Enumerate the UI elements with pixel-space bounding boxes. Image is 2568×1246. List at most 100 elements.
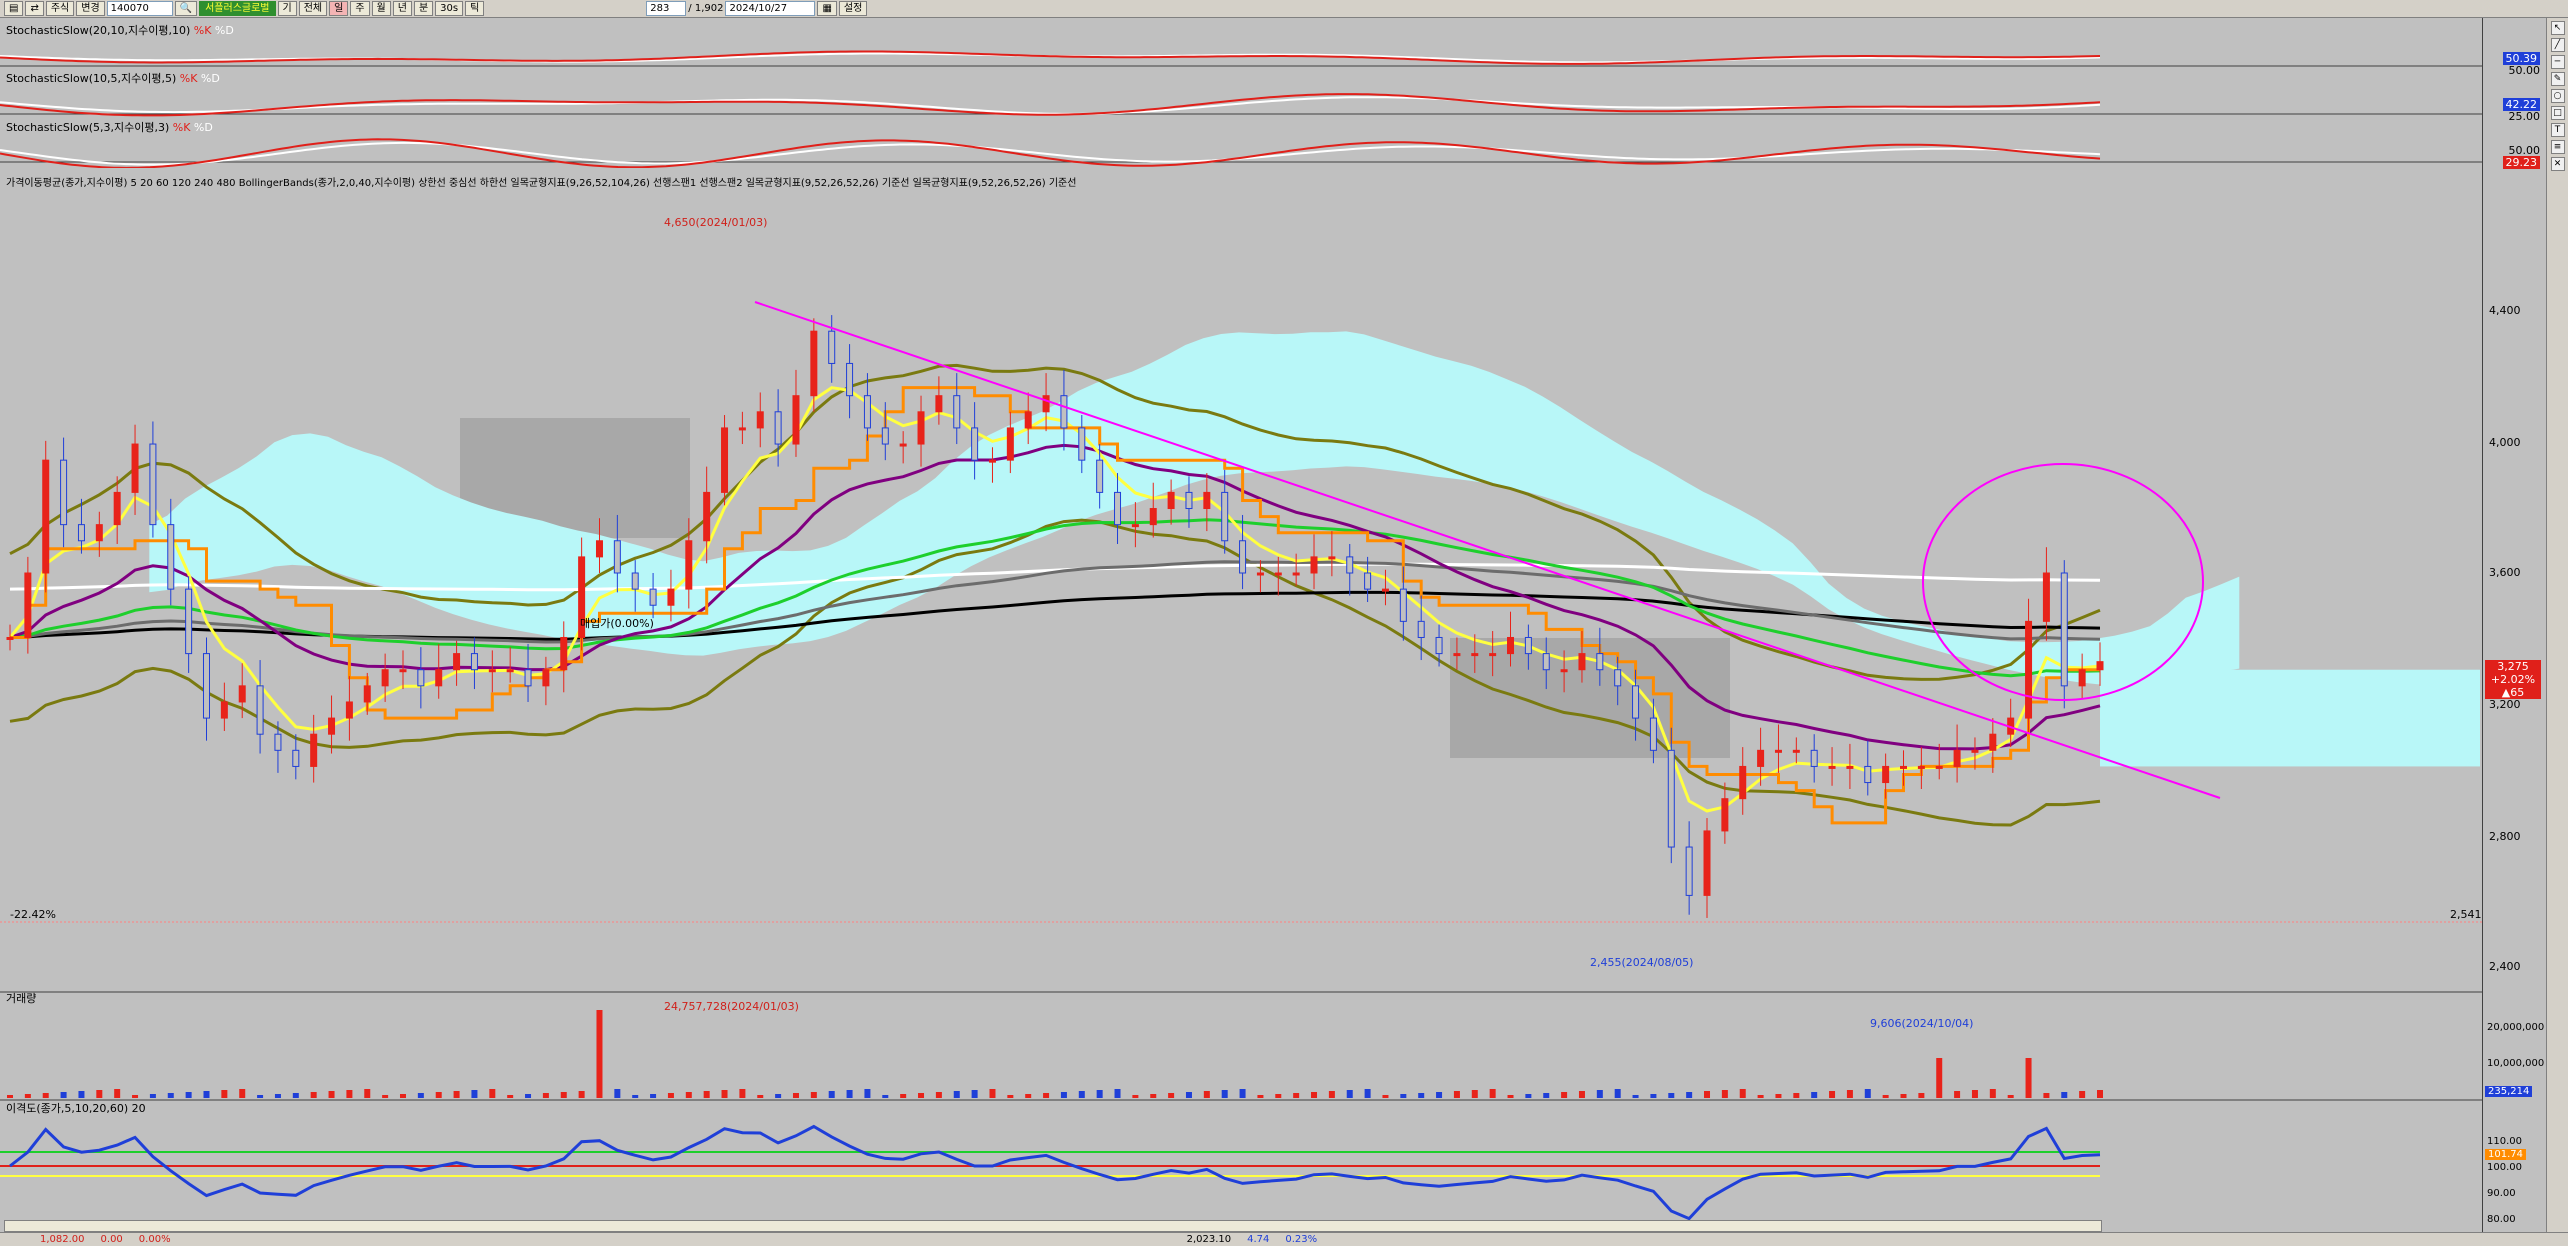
link-icon[interactable]: ⇄ <box>25 1 44 16</box>
btn-30s[interactable]: 30s <box>435 1 464 16</box>
rect-tool-icon[interactable]: □ <box>2550 106 2565 120</box>
volume-bar <box>918 1093 925 1098</box>
volume-bar <box>399 1094 406 1098</box>
volume-bar <box>42 1093 49 1098</box>
stoch3-d-value: 29.23 <box>2502 156 2540 169</box>
status-value-4: 2,023.10 <box>1186 1234 1232 1245</box>
volume-bar <box>1918 1093 1925 1098</box>
candle-body <box>1042 395 1050 413</box>
mid-annotation: 매입가(0.00%) <box>580 617 654 630</box>
volume-bar <box>1364 1089 1371 1098</box>
volume-bar <box>1864 1089 1871 1098</box>
candle-body <box>1667 749 1675 848</box>
volume-bar <box>7 1095 13 1098</box>
volume-bar <box>2097 1090 2103 1098</box>
btn-tick[interactable]: 틱 <box>465 1 485 16</box>
candle-body <box>1560 669 1568 673</box>
btn-ki[interactable]: 기 <box>277 1 297 16</box>
candle-body <box>524 669 532 687</box>
candle-body <box>77 524 85 542</box>
volume-recent-annotation: 9,606(2024/10/04) <box>1870 1017 1974 1030</box>
date-input[interactable]: 2024/10/27 <box>725 1 816 16</box>
cursor-icon[interactable]: ↖ <box>2550 21 2565 35</box>
candle-body <box>1703 830 1711 896</box>
menu-icon[interactable]: ▤ <box>4 1 24 16</box>
candle-body <box>1221 491 1229 542</box>
volume-bar <box>1900 1094 1907 1098</box>
candle-body <box>1381 588 1389 592</box>
calendar-icon[interactable]: ▦ <box>817 1 837 16</box>
candle-body <box>292 749 300 767</box>
candle-body <box>1364 572 1372 590</box>
btn-week[interactable]: 주 <box>350 1 370 16</box>
circle-tool-icon[interactable]: ○ <box>2550 89 2565 103</box>
candle-body <box>345 701 353 719</box>
volume-bar <box>1739 1089 1746 1098</box>
volume-bar <box>935 1092 942 1098</box>
volume-bar <box>703 1091 710 1098</box>
candle-body <box>1846 765 1854 769</box>
fib-tool-icon[interactable]: ≡ <box>2550 140 2565 154</box>
hline-tool-icon[interactable]: ─ <box>2550 55 2565 69</box>
volume-bar <box>1811 1092 1818 1098</box>
candle-body <box>60 459 68 526</box>
mode-select[interactable]: 변경 <box>76 1 105 16</box>
high-annotation: 4,650(2024/01/03) <box>664 216 768 229</box>
volume-bar <box>1400 1094 1407 1098</box>
main-legend: 가격이동평균(종가,지수이평) 5 20 60 120 240 480 Boll… <box>6 178 1077 189</box>
candle-body <box>1578 653 1586 671</box>
candle-body <box>595 540 603 558</box>
right-value: 2,541 <box>2450 908 2482 921</box>
volume-bar <box>78 1091 85 1098</box>
settings-button[interactable]: 설정 <box>838 1 868 16</box>
candle-body <box>506 669 514 673</box>
volume-bar <box>650 1094 657 1098</box>
market-select[interactable]: 주식 <box>45 1 75 16</box>
cloud-future <box>2100 669 2480 767</box>
status-value-1: 1,082.00 <box>40 1234 85 1245</box>
volume-bar <box>1829 1091 1836 1098</box>
btn-all[interactable]: 전체 <box>298 1 328 16</box>
btn-day[interactable]: 일 <box>329 1 349 16</box>
disparity-panel <box>0 1099 2482 1221</box>
volume-bar <box>525 1094 532 1098</box>
candle-body <box>1739 765 1747 800</box>
candle-body <box>1721 798 1729 832</box>
candle-body <box>363 685 371 703</box>
line-tool-icon[interactable]: ╱ <box>2550 38 2565 52</box>
right-axis: 50.39 50.00 42.22 25.00 50.00 29.23 4,40… <box>2482 18 2544 1236</box>
pencil-icon[interactable]: ✎ <box>2550 72 2565 86</box>
text-tool-icon[interactable]: T <box>2550 123 2565 137</box>
candle-body <box>1256 572 1264 576</box>
volume-tick-0: 20,000,000 <box>2487 1022 2545 1033</box>
search-icon[interactable]: 🔍 <box>174 1 198 16</box>
volume-bar <box>1185 1092 1192 1098</box>
volume-bar <box>578 1091 585 1098</box>
volume-bar <box>971 1090 978 1098</box>
candle-body <box>1685 846 1693 896</box>
price-tick-3: 3,200 <box>2489 698 2521 711</box>
btn-month[interactable]: 월 <box>371 1 391 16</box>
volume-bar <box>149 1094 156 1098</box>
candle-body <box>1060 395 1068 429</box>
delete-tool-icon[interactable]: ✕ <box>2550 157 2565 171</box>
volume-bar <box>1507 1095 1514 1098</box>
status-value-3: 0.00% <box>138 1234 171 1245</box>
candle-body <box>1774 749 1782 753</box>
btn-min[interactable]: 분 <box>413 1 434 16</box>
btn-year[interactable]: 년 <box>392 1 412 16</box>
candle-body <box>1989 733 1997 751</box>
volume-bar <box>1721 1090 1728 1098</box>
candle-body <box>238 685 246 703</box>
volume-bar <box>1686 1092 1693 1098</box>
horizontal-scrollbar[interactable] <box>4 1220 2102 1232</box>
volume-bar <box>1328 1091 1335 1098</box>
volume-bar <box>560 1092 567 1098</box>
volume-bar <box>1275 1094 1282 1098</box>
volume-bar <box>328 1091 335 1098</box>
count-input[interactable]: 283 <box>646 1 687 16</box>
stock-code-input[interactable]: 140070 <box>106 1 173 16</box>
candle-body <box>1024 411 1032 429</box>
candle-body <box>1310 556 1318 574</box>
volume-bar <box>721 1090 728 1098</box>
